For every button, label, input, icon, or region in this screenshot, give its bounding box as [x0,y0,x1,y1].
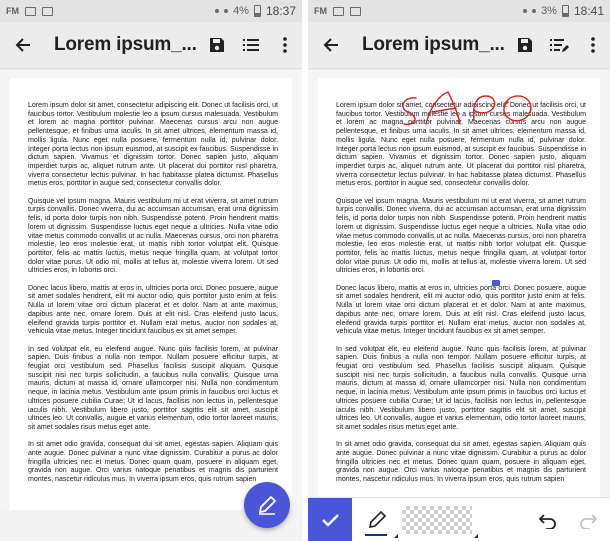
paragraph: Quisque vel ipsum magna. Mauris vestibul… [336,197,586,275]
undo-button[interactable] [536,508,560,532]
wifi-icon [224,9,229,13]
status-bar: FM 4% 18:37 [0,0,302,22]
document-text: Lorem ipsum dolor sit amet, consectetur … [28,102,278,494]
paragraph: Lorem ipsum dolor sit amet, consectetur … [336,102,586,188]
save-icon[interactable] [512,32,538,58]
save-icon[interactable] [204,32,230,58]
clock: 18:41 [573,4,604,18]
battery-percent: 4% [233,5,249,17]
pen-icon [368,510,387,529]
paragraph: In sed volutpat elit, eu eleifend augue.… [336,345,586,431]
more-vert-icon[interactable] [272,32,298,58]
dropdown-corner-icon [394,534,398,538]
pen-tool-button[interactable] [360,504,394,536]
signal-icon [215,9,220,13]
check-icon [322,514,339,527]
status-label: FM [6,6,19,16]
clock: 18:37 [265,4,296,18]
battery-percent: 3% [541,5,557,17]
document-page: Lorem ipsum dolor sit amet, consectetur … [318,78,600,510]
document-text: Lorem ipsum dolor sit amet, consectetur … [336,102,586,494]
paragraph: In sit amet odio gravida, consequat dui … [28,441,278,484]
paragraph: Quisque vel ipsum magna. Mauris vestibul… [28,197,278,275]
status-label: FM [314,6,327,16]
document-title: Lorem ipsum_... [54,34,197,55]
list-icon[interactable] [238,32,264,58]
signal-icon [523,9,528,13]
paragraph: In sit amet odio gravida, consequat dui … [336,441,586,484]
notification-icon [42,6,53,16]
battery-icon [253,5,261,17]
status-bar: FM 3% 18:41 [308,0,610,22]
comment-marker-icon[interactable] [492,280,500,286]
document-viewport[interactable]: Lorem ipsum dolor sit amet, consectetur … [0,70,302,510]
back-arrow-icon[interactable] [10,32,36,58]
annotation-toolbar [308,497,610,541]
redo-icon [580,514,598,529]
screenshot-after: FM 3% 18:41 Lorem ipsum_... Lorem ipsum … [308,0,610,541]
document-viewport[interactable]: Lorem ipsum dolor sit amet, consectetur … [308,70,610,510]
wifi-icon [532,9,537,13]
more-vert-icon[interactable] [580,32,606,58]
paragraph: In sed volutpat elit, eu eleifend augue.… [28,345,278,431]
redo-button[interactable] [576,508,600,532]
undo-icon [538,514,556,529]
back-arrow-icon[interactable] [318,32,344,58]
pen-icon [258,495,277,515]
app-toolbar: Lorem ipsum_... [308,22,610,68]
confirm-button[interactable] [308,498,352,541]
pen-color-indicator [365,534,387,536]
list-edit-icon[interactable] [546,32,572,58]
paragraph: Donec lacus libero, mattis at eros in, u… [28,284,278,336]
document-page: Lorem ipsum dolor sit amet, consectetur … [10,78,292,510]
image-notification-icon [333,6,344,16]
annotate-fab-button[interactable] [244,482,290,528]
app-toolbar: Lorem ipsum_... [0,22,302,68]
battery-icon [561,5,569,17]
dropdown-corner-icon [474,534,478,538]
document-title: Lorem ipsum_... [362,34,505,55]
highlighter-color-swatch[interactable] [402,506,472,534]
image-notification-icon [25,6,36,16]
screenshot-before: FM 4% 18:37 Lorem ipsum_... Lorem ipsum … [0,0,302,541]
paragraph: Donec lacus libero, mattis at eros in, u… [336,284,586,336]
paragraph: Lorem ipsum dolor sit amet, consectetur … [28,102,278,188]
notification-icon [350,6,361,16]
